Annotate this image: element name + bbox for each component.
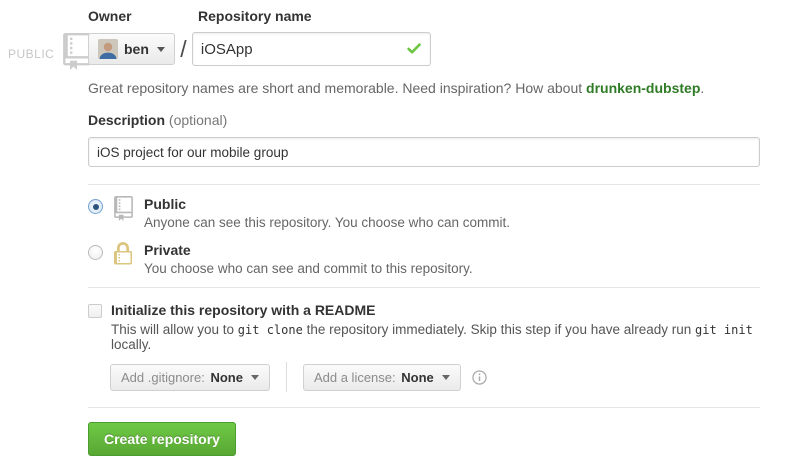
readme-description: This will allow you to git clone the rep…: [111, 322, 760, 352]
description-input[interactable]: [88, 137, 760, 167]
gitignore-dropdown[interactable]: Add .gitignore: None: [110, 364, 270, 391]
repository-name-input[interactable]: [192, 32, 431, 66]
chevron-down-icon: [157, 47, 165, 52]
description-label: Description (optional): [88, 112, 760, 130]
license-dropdown[interactable]: Add a license: None: [303, 364, 461, 391]
private-option-title: Private: [144, 242, 473, 258]
lock-icon: [112, 242, 134, 271]
public-option-title: Public: [144, 196, 510, 212]
public-badge-label: PUBLIC: [8, 47, 54, 61]
private-option-description: You choose who can see and commit to thi…: [144, 261, 473, 276]
git-clone-code: git clone: [238, 323, 303, 337]
owner-repo-separator: /: [175, 36, 192, 63]
readme-title: Initialize this repository with a README: [111, 302, 760, 318]
name-suggestion-link[interactable]: drunken-dubstep: [586, 80, 700, 96]
template-dropdowns-row: Add .gitignore: None Add a license: None: [110, 363, 760, 391]
create-repository-button[interactable]: Create repository: [88, 422, 236, 456]
visibility-option-public[interactable]: Public Anyone can see this repository. Y…: [88, 196, 760, 230]
repo-book-icon: [112, 196, 134, 226]
public-visibility-badge: PUBLIC: [8, 33, 91, 75]
gitignore-dropdown-value: None: [210, 370, 243, 385]
readme-init-section: Initialize this repository with a README…: [88, 302, 760, 352]
description-optional-note: (optional): [169, 112, 227, 128]
public-option-description: Anyone can see this repository. You choo…: [144, 215, 510, 230]
gitignore-dropdown-prefix: Add .gitignore:: [121, 370, 205, 385]
new-repository-form: Owner Repository name ben /: [88, 8, 760, 456]
owner-dropdown[interactable]: ben: [88, 33, 175, 65]
divider: [88, 407, 760, 408]
repo-name-row: ben /: [88, 32, 760, 66]
name-valid-check-icon: [406, 41, 422, 57]
license-dropdown-prefix: Add a license:: [314, 370, 396, 385]
owner-username: ben: [124, 41, 149, 57]
divider: [88, 287, 760, 288]
description-section: Description (optional): [88, 112, 760, 167]
info-icon[interactable]: [472, 370, 487, 385]
private-radio[interactable]: [88, 245, 103, 260]
visibility-option-private[interactable]: Private You choose who can see and commi…: [88, 242, 760, 276]
readme-checkbox[interactable]: [88, 304, 102, 318]
repository-name-label: Repository name: [198, 8, 312, 26]
chevron-down-icon: [442, 375, 450, 380]
license-dropdown-value: None: [401, 370, 434, 385]
owner-avatar: [98, 39, 118, 59]
owner-label: Owner: [88, 8, 198, 26]
chevron-down-icon: [251, 375, 259, 380]
public-radio[interactable]: [88, 199, 103, 214]
divider: [88, 184, 760, 185]
git-init-code: git init: [695, 323, 753, 337]
hint-text: Great repository names are short and mem…: [88, 80, 586, 96]
repo-name-hint: Great repository names are short and mem…: [88, 80, 760, 96]
field-labels-row: Owner Repository name: [88, 8, 760, 26]
vertical-divider: [286, 362, 287, 392]
hint-text-end: .: [700, 80, 704, 96]
